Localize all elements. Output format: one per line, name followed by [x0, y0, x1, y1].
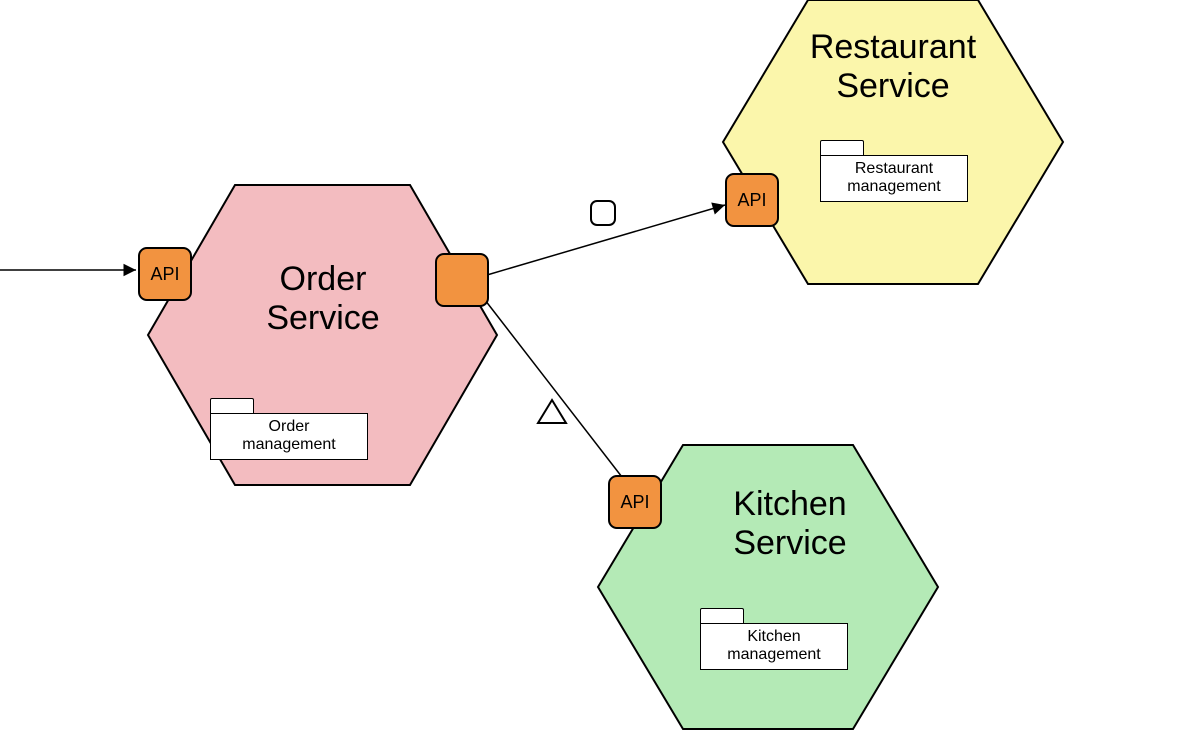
kitchen-module-folder: Kitchen management	[700, 608, 848, 670]
order-api-port: API	[138, 247, 192, 301]
arrow-order-to-restaurant	[487, 205, 725, 275]
kitchen-api-port: API	[608, 475, 662, 529]
kitchen-module-line1: Kitchen	[747, 628, 800, 645]
kitchen-module-line2: management	[727, 646, 820, 663]
diagram-canvas	[0, 0, 1200, 756]
restaurant-api-label: API	[737, 190, 766, 211]
restaurant-module-line1: Restaurant	[855, 160, 933, 177]
restaurant-module-line2: management	[847, 178, 940, 195]
restaurant-module-body: Restaurant management	[820, 155, 968, 202]
folder-tab-icon	[700, 608, 744, 623]
kitchen-api-label: API	[620, 492, 649, 513]
order-module-line2: management	[242, 436, 335, 453]
kitchen-module-body: Kitchen management	[700, 623, 848, 670]
restaurant-module-folder: Restaurant management	[820, 140, 968, 202]
folder-tab-icon	[820, 140, 864, 155]
order-output-port	[435, 253, 489, 307]
order-api-label: API	[150, 264, 179, 285]
restaurant-api-port: API	[725, 173, 779, 227]
triangle-glyph	[538, 400, 566, 423]
order-module-folder: Order management	[210, 398, 368, 460]
folder-tab-icon	[210, 398, 254, 413]
arrow-order-to-kitchen	[485, 300, 632, 490]
order-module-body: Order management	[210, 413, 368, 460]
order-module-line1: Order	[269, 418, 310, 435]
